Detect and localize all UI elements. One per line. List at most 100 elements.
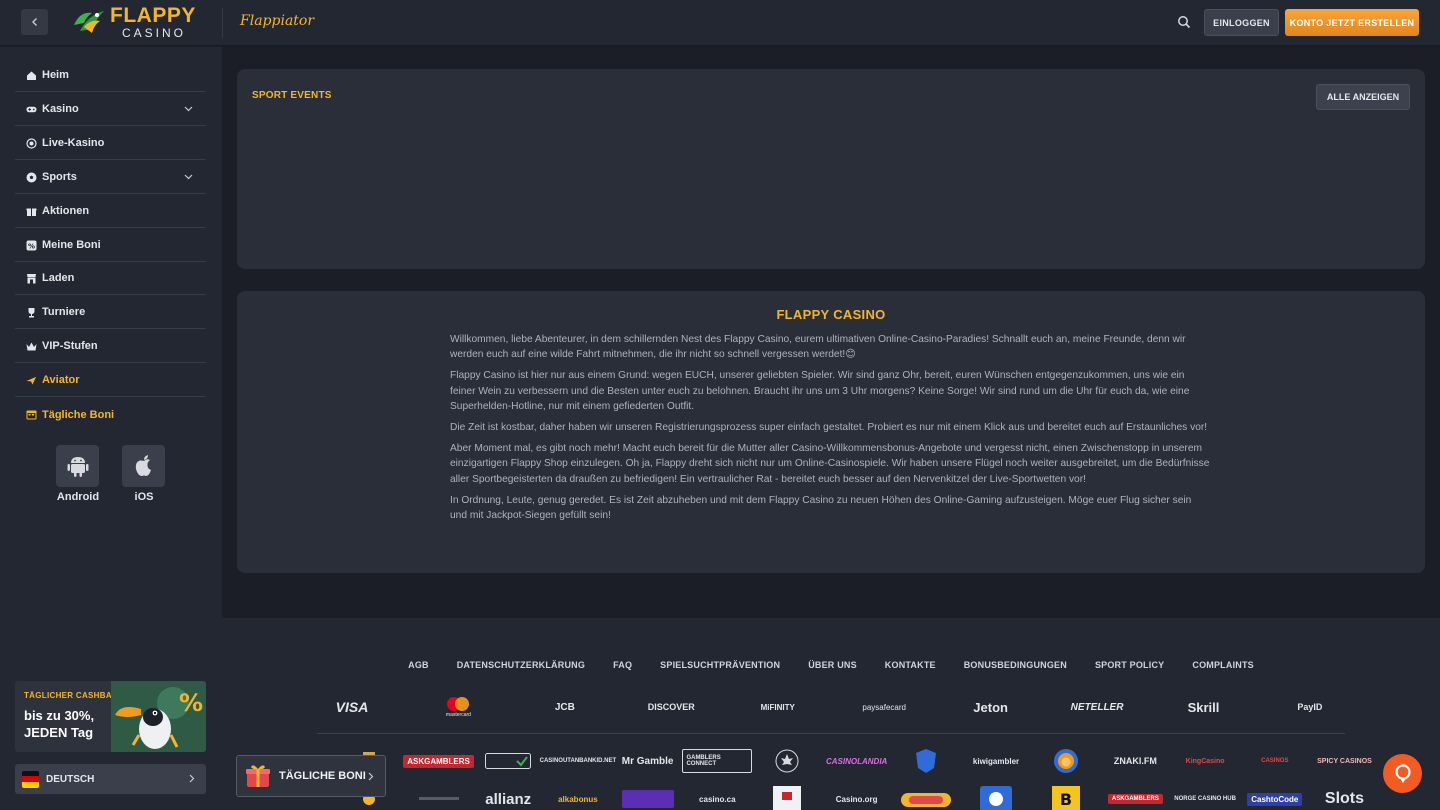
- footer-link-faq[interactable]: FAQ: [599, 660, 646, 670]
- about-paragraph: In Ordnung, Leute, genug geredet. Es ist…: [450, 494, 1192, 522]
- partner-logo[interactable]: casino.ca: [682, 786, 752, 810]
- sidebar-item-label: Sports: [42, 171, 77, 183]
- trophy-icon: [26, 307, 37, 318]
- chevron-right-icon: [368, 772, 374, 781]
- blue-badge-icon: [980, 786, 1013, 810]
- sidebar-item-vip-stufen[interactable]: VIP-Stufen: [15, 330, 206, 363]
- partner-logo[interactable]: allianz: [473, 786, 543, 810]
- footer-divider: [317, 733, 1345, 734]
- cashback-promo-banner[interactable]: TÄGLICHER CASHBACK bis zu 30%, JEDEN Tag…: [15, 681, 206, 752]
- partner-logo[interactable]: KingCasino: [1170, 748, 1240, 774]
- chevron-down-icon[interactable]: [184, 104, 193, 113]
- sidebar-item-aktionen[interactable]: Aktionen: [15, 195, 206, 228]
- partner-logo[interactable]: B: [1031, 786, 1101, 810]
- sidebar-item-label: Aviator: [42, 374, 80, 386]
- partner-logo[interactable]: [1031, 748, 1101, 774]
- partner-logo[interactable]: ASKGAMBLERS: [1101, 786, 1171, 810]
- partner-logo[interactable]: [752, 748, 822, 774]
- partner-logo[interactable]: GAMBLERS CONNECT: [682, 748, 753, 774]
- language-selector[interactable]: DEUTSCH: [15, 764, 206, 794]
- partner-logo[interactable]: alkabonus: [543, 786, 613, 810]
- colorful-logo-icon: [901, 793, 952, 807]
- sidebar-item-meine-boni[interactable]: % Meine Boni: [15, 229, 206, 262]
- footer-link-bonus-terms[interactable]: BONUSBEDINGUNGEN: [950, 660, 1081, 670]
- sidebar-item-home[interactable]: Heim: [15, 59, 206, 92]
- partner-logo[interactable]: [613, 786, 683, 810]
- logo-subtitle: CASINO: [122, 26, 187, 40]
- search-icon[interactable]: [1176, 14, 1192, 30]
- partner-logos-row-2: allianz alkabonus casino.ca Casino.org B…: [334, 786, 1379, 810]
- partner-logo[interactable]: Casino.org: [822, 786, 892, 810]
- partner-logo[interactable]: CASINOLANDIA: [822, 748, 892, 774]
- partner-logo[interactable]: [473, 748, 543, 774]
- partner-logo[interactable]: [961, 786, 1031, 810]
- signup-button[interactable]: KONTO JETZT ERSTELLEN: [1285, 9, 1419, 36]
- partner-logo[interactable]: NORGE CASINO HUB: [1170, 786, 1240, 810]
- partner-logo[interactable]: CashtoCode: [1240, 786, 1310, 810]
- gift-icon: [26, 206, 37, 217]
- show-all-button[interactable]: ALLE ANZEIGEN: [1316, 84, 1410, 110]
- cashback-title: TÄGLICHER CASHBACK: [24, 691, 125, 700]
- soccer-ball-icon: [26, 172, 37, 183]
- white-badge-icon: [772, 786, 801, 810]
- about-title: FLAPPY CASINO: [776, 307, 886, 322]
- about-paragraph: Flappy Casino ist hier nur aus einem Gru…: [450, 370, 1190, 412]
- partner-logo[interactable]: [404, 786, 474, 810]
- cashback-text: bis zu 30%, JEDEN Tag: [24, 708, 95, 740]
- live-chat-button[interactable]: [1383, 754, 1422, 793]
- partner-logo[interactable]: ASKGAMBLERS: [403, 748, 474, 774]
- gamepad-icon: [26, 104, 37, 115]
- partner-logo[interactable]: kiwigambler: [961, 748, 1031, 774]
- partner-logo[interactable]: [892, 748, 962, 774]
- partner-logo[interactable]: ZNAKI.FM: [1101, 748, 1171, 774]
- sidebar-item-sports[interactable]: Sports: [15, 161, 206, 194]
- footer-link-responsible-gaming[interactable]: SPIELSUCHTPRÄVENTION: [646, 660, 794, 670]
- partner-logos-row-1: ASKGAMBLERS CASINOUTANBANKID.NET Mr Gamb…: [334, 748, 1379, 774]
- sidebar-item-label: Aktionen: [42, 205, 90, 217]
- sidebar-item-live-kasino[interactable]: Live-Kasino: [15, 127, 206, 160]
- svg-text:%: %: [179, 689, 203, 717]
- footer-link-contacts[interactable]: KONTAKTE: [871, 660, 950, 670]
- partner-logo[interactable]: SPICY CASINOS: [1310, 748, 1380, 774]
- flappiator-game-link[interactable]: Flappiator: [240, 13, 314, 29]
- sidebar-item-label: Tägliche Boni: [42, 408, 115, 421]
- android-app-button[interactable]: [56, 445, 99, 487]
- sidebar-item-aviator[interactable]: Aviator: [15, 364, 206, 397]
- chevron-left-icon: [31, 18, 37, 26]
- sidebar-toggle-button[interactable]: [21, 9, 48, 35]
- partner-logo[interactable]: CASINOUTANBANKID.NET: [540, 748, 617, 774]
- about-text: Willkommen, liebe Abenteurer, in dem sch…: [450, 332, 1210, 529]
- apple-icon: [135, 455, 151, 476]
- sidebar-item-label: Kasino: [42, 103, 79, 115]
- ios-label: iOS: [134, 491, 154, 503]
- partner-logo[interactable]: Slots: [1310, 786, 1380, 810]
- shield-badge-icon: [916, 749, 937, 773]
- sidebar-item-taegliche-boni[interactable]: Tägliche Boni: [15, 398, 206, 431]
- login-button[interactable]: EINLOGGEN: [1204, 9, 1279, 36]
- chevron-down-icon[interactable]: [184, 172, 193, 181]
- payment-paysafecard: paysafecard: [862, 702, 906, 712]
- partner-logo[interactable]: [752, 786, 822, 810]
- partner-logo[interactable]: [892, 786, 962, 810]
- payment-neteller: NETELLER: [1070, 701, 1124, 713]
- partner-logo[interactable]: CASINOS: [1240, 748, 1310, 774]
- dash-logo-icon: [418, 797, 459, 800]
- daily-bonus-button[interactable]: TÄGLICHE BONI: [236, 755, 386, 797]
- sidebar-item-turniere[interactable]: Turniere: [15, 296, 206, 329]
- sidebar-item-kasino[interactable]: Kasino: [15, 93, 206, 126]
- footer-link-agb[interactable]: AGB: [394, 660, 443, 670]
- footer-link-complaints[interactable]: COMPLAINTS: [1178, 660, 1268, 670]
- footer-link-about[interactable]: ÜBER UNS: [794, 660, 871, 670]
- about-paragraph: Aber Moment mal, es gibt noch mehr! Mach…: [450, 443, 1210, 485]
- ios-app-button[interactable]: [122, 445, 165, 487]
- footer-link-sport-policy[interactable]: SPORT POLICY: [1081, 660, 1178, 670]
- header-divider: [222, 8, 223, 38]
- checkmark-badge-icon: [485, 753, 532, 769]
- bonus-badge-icon: [621, 790, 674, 808]
- site-logo[interactable]: FLAPPY CASINO: [70, 4, 196, 40]
- yellow-badge-icon: B: [1051, 786, 1080, 810]
- svg-text:%: %: [28, 242, 35, 250]
- footer-link-privacy[interactable]: DATENSCHUTZERKLÄRUNG: [443, 660, 599, 670]
- sidebar-item-laden[interactable]: Laden: [15, 262, 206, 295]
- partner-logo[interactable]: Mr Gamble: [613, 748, 683, 774]
